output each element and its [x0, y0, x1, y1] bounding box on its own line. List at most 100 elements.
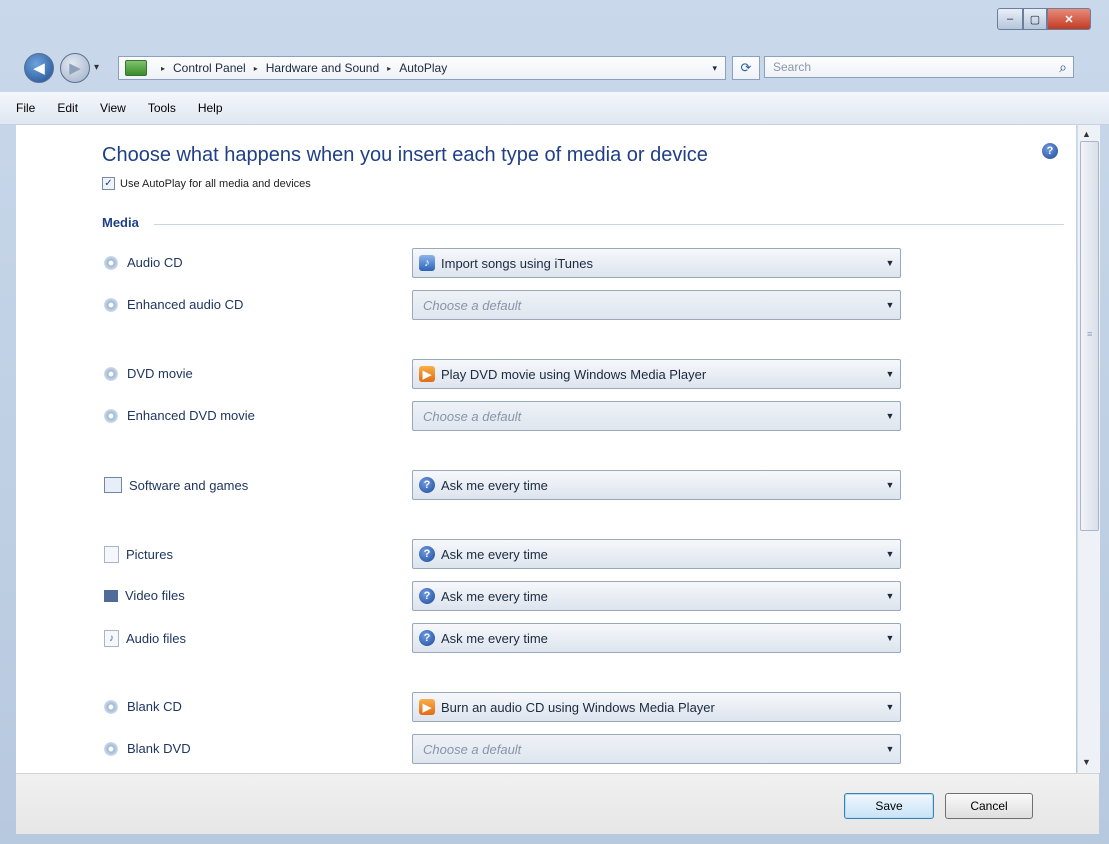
minimize-button[interactable]: – — [997, 8, 1023, 30]
close-button[interactable]: ✕ — [1047, 8, 1091, 30]
address-bar[interactable]: ▸ Control Panel ▸ Hardware and Sound ▸ A… — [118, 56, 726, 80]
menu-bar: File Edit View Tools Help — [0, 92, 1109, 125]
row-label-text: Enhanced audio CD — [127, 297, 244, 312]
menu-edit[interactable]: Edit — [57, 101, 78, 115]
dropdown-arrow-icon: ▼ — [885, 369, 895, 379]
dropdown-arrow-icon: ▼ — [885, 633, 895, 643]
breadcrumb-control-panel[interactable]: Control Panel — [173, 61, 246, 75]
dropdown-value: Choose a default — [423, 297, 522, 313]
row-label-text: Blank CD — [127, 699, 182, 714]
ask-icon: ? — [419, 630, 435, 646]
video-icon — [104, 589, 118, 602]
dropdown-value: Choose a default — [423, 741, 522, 757]
pictures-dropdown[interactable]: ? Ask me every time ▼ — [412, 539, 901, 569]
dropdown-arrow-icon: ▼ — [885, 480, 895, 490]
title-bar: – ▢ ✕ — [0, 0, 1109, 42]
window-controls: – ▢ ✕ — [997, 8, 1091, 30]
vertical-scrollbar[interactable]: ▲ ≡ ▼ — [1077, 125, 1100, 773]
enhanced-dvd-movie-dropdown[interactable]: Choose a default ▼ — [412, 401, 901, 431]
dvd-icon — [104, 366, 118, 381]
row-audio-cd: Audio CD — [104, 255, 183, 270]
blank-cd-icon — [104, 699, 118, 714]
breadcrumb-separator-icon: ▸ — [253, 63, 258, 73]
refresh-icon: ⟳ — [740, 60, 752, 75]
blank-dvd-icon — [104, 741, 118, 756]
grip-icon: ≡ — [1087, 329, 1093, 339]
scroll-down-arrow-icon[interactable]: ▼ — [1082, 757, 1091, 767]
autoplay-toggle[interactable]: ✓ Use AutoPlay for all media and devices — [102, 177, 311, 190]
cd-icon — [104, 255, 118, 270]
audio-files-dropdown[interactable]: ? Ask me every time ▼ — [412, 623, 901, 653]
dropdown-arrow-icon: ▼ — [885, 300, 895, 310]
dropdown-value: Choose a default — [423, 408, 522, 424]
forward-arrow-icon: ▶ — [69, 60, 81, 77]
search-input[interactable]: Search ⌕ — [764, 56, 1074, 78]
dropdown-value: Ask me every time — [441, 630, 548, 646]
dropdown-arrow-icon: ▼ — [885, 258, 895, 268]
help-icon[interactable]: ? — [1042, 143, 1058, 159]
video-files-dropdown[interactable]: ? Ask me every time ▼ — [412, 581, 901, 611]
dropdown-value: Play DVD movie using Windows Media Playe… — [441, 366, 707, 382]
row-label-text: Software and games — [129, 477, 249, 493]
address-dropdown-icon[interactable]: ▾ — [712, 63, 717, 74]
row-video-files: Video files — [104, 588, 185, 603]
forward-button[interactable]: ▶ — [60, 53, 90, 83]
audio-cd-dropdown[interactable]: ♪ Import songs using iTunes ▼ — [412, 248, 901, 278]
enhanced-audio-cd-dropdown[interactable]: Choose a default ▼ — [412, 290, 901, 320]
control-panel-icon — [125, 60, 147, 76]
dropdown-arrow-icon: ▼ — [885, 591, 895, 601]
dropdown-arrow-icon: ▼ — [885, 411, 895, 421]
row-blank-dvd: Blank DVD — [104, 741, 191, 756]
audio-file-icon: ♪ — [104, 630, 119, 647]
dropdown-arrow-icon: ▼ — [885, 744, 895, 754]
dvd-movie-dropdown[interactable]: ▶ Play DVD movie using Windows Media Pla… — [412, 359, 901, 389]
row-enhanced-audio-cd: Enhanced audio CD — [104, 297, 243, 312]
breadcrumb-hardware-and-sound[interactable]: Hardware and Sound — [266, 61, 379, 75]
row-enhanced-dvd-movie: Enhanced DVD movie — [104, 408, 255, 423]
wmp-icon: ▶ — [419, 366, 435, 382]
software-and-games-dropdown[interactable]: ? Ask me every time ▼ — [412, 470, 901, 500]
menu-file[interactable]: File — [16, 101, 35, 115]
search-icon[interactable]: ⌕ — [1059, 59, 1067, 76]
ask-icon: ? — [419, 588, 435, 604]
breadcrumb-separator-icon: ▸ — [161, 63, 166, 73]
dropdown-value: Burn an audio CD using Windows Media Pla… — [441, 699, 715, 715]
wmp-icon: ▶ — [419, 699, 435, 715]
back-arrow-icon: ◀ — [33, 60, 45, 77]
cancel-button[interactable]: Cancel — [945, 793, 1033, 819]
row-software-and-games: Software and games — [104, 477, 248, 493]
row-label-text: DVD movie — [127, 366, 193, 381]
ask-icon: ? — [419, 477, 435, 493]
row-dvd-movie: DVD movie — [104, 366, 193, 381]
section-title-media: Media — [102, 215, 139, 230]
refresh-button[interactable]: ⟳ — [732, 56, 760, 80]
recent-pages-button[interactable]: ▾ — [94, 62, 99, 73]
page-title: Choose what happens when you insert each… — [102, 144, 708, 166]
menu-tools[interactable]: Tools — [148, 101, 176, 115]
section-divider — [154, 224, 1064, 225]
row-label-text: Audio files — [126, 631, 186, 646]
scrollbar-thumb[interactable]: ≡ — [1080, 141, 1099, 531]
autoplay-checkbox[interactable]: ✓ — [102, 177, 115, 190]
row-audio-files: ♪ Audio files — [104, 630, 186, 647]
row-label-text: Audio CD — [127, 255, 183, 270]
pictures-icon — [104, 546, 119, 563]
autoplay-checkbox-label[interactable]: Use AutoPlay for all media and devices — [120, 178, 311, 190]
menu-help[interactable]: Help — [198, 101, 223, 115]
cd-icon — [104, 297, 118, 312]
footer-bar: Save Cancel — [16, 773, 1099, 834]
back-button[interactable]: ◀ — [24, 53, 54, 83]
row-label-text: Video files — [125, 588, 185, 603]
maximize-button[interactable]: ▢ — [1023, 8, 1047, 30]
ask-icon: ? — [419, 546, 435, 562]
blank-dvd-dropdown[interactable]: Choose a default ▼ — [412, 734, 901, 764]
blank-cd-dropdown[interactable]: ▶ Burn an audio CD using Windows Media P… — [412, 692, 901, 722]
row-pictures: Pictures — [104, 546, 173, 563]
scroll-up-arrow-icon[interactable]: ▲ — [1082, 129, 1091, 139]
dropdown-arrow-icon: ▼ — [885, 702, 895, 712]
chevron-down-icon: ▾ — [94, 62, 100, 73]
save-button[interactable]: Save — [844, 793, 934, 819]
breadcrumb-autoplay[interactable]: AutoPlay — [399, 61, 447, 75]
menu-view[interactable]: View — [100, 101, 126, 115]
itunes-icon: ♪ — [419, 255, 435, 271]
